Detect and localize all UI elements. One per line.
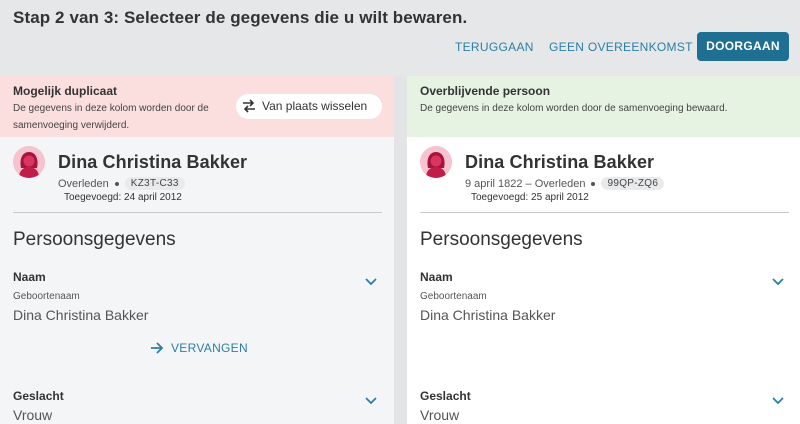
survivor-column-description: De gegevens in deze kolom worden door de… (420, 103, 728, 114)
person-name[interactable]: Dina Christina Bakker (58, 152, 247, 173)
lifespan-text: 9 april 1822 – Overleden (465, 177, 586, 190)
survivor-column-title: Overblijvende persoon (420, 84, 551, 98)
name-field-label: Naam (420, 270, 453, 284)
person-lifespan: 9 april 1822 – Overleden 99QP-ZQ6 (465, 177, 665, 190)
chevron-down-icon[interactable] (771, 277, 785, 287)
added-date: Toegevoegd: 24 april 2012 (64, 192, 182, 203)
separator-dot (591, 181, 596, 186)
name-value: Dina Christina Bakker (420, 307, 556, 323)
gender-value: Vrouw (420, 407, 460, 423)
chevron-down-icon[interactable] (364, 396, 378, 406)
person-name[interactable]: Dina Christina Bakker (465, 152, 654, 173)
gender-field-label: Geslacht (420, 389, 471, 403)
section-title: Persoonsgegevens (420, 229, 583, 250)
added-date: Toegevoegd: 25 april 2012 (471, 192, 589, 203)
duplicate-column-description: De gegevens in deze kolom worden door de… (13, 103, 209, 131)
female-avatar-icon (13, 146, 45, 178)
female-avatar-icon (420, 146, 452, 178)
gender-field-label: Geslacht (13, 389, 64, 403)
replace-button[interactable]: VERVANGEN (150, 341, 248, 355)
name-field-label: Naam (13, 270, 46, 284)
person-id-badge: 99QP-ZQ6 (601, 177, 665, 190)
name-value: Dina Christina Bakker (13, 307, 149, 323)
name-type-label: Geboortenaam (13, 291, 80, 302)
swap-button[interactable]: Van plaats wisselen (236, 94, 382, 119)
survivor-column-header: Overblijvende persoon De gegevens in dez… (407, 76, 800, 137)
duplicate-column: Mogelijk duplicaat De gegevens in deze k… (0, 76, 394, 424)
lifespan-text: Overleden (58, 177, 109, 190)
continue-button[interactable]: DOORGAAN (697, 32, 789, 61)
section-title: Persoonsgegevens (13, 229, 176, 250)
duplicate-column-title: Mogelijk duplicaat (13, 84, 118, 98)
divider (13, 212, 382, 213)
swap-arrows-icon (243, 99, 255, 113)
chevron-down-icon[interactable] (364, 277, 378, 287)
duplicate-column-header: Mogelijk duplicaat De gegevens in deze k… (0, 76, 394, 137)
replace-button-label: VERVANGEN (171, 341, 248, 355)
survivor-column: Overblijvende persoon De gegevens in dez… (407, 76, 800, 424)
person-id-badge: KZ3T-C33 (124, 177, 185, 190)
column-gutter (394, 76, 407, 424)
chevron-down-icon[interactable] (771, 396, 785, 406)
person-lifespan: Overleden KZ3T-C33 (58, 177, 185, 190)
gender-value: Vrouw (13, 407, 53, 423)
page-title: Stap 2 van 3: Selecteer de gegevens die … (13, 8, 468, 27)
separator-dot (114, 181, 119, 186)
back-button[interactable]: TERUGGAAN (455, 40, 534, 54)
not-a-match-button[interactable]: GEEN OVEREENKOMST (549, 40, 693, 54)
name-type-label: Geboortenaam (420, 291, 487, 302)
divider (420, 212, 789, 213)
page-header: Stap 2 van 3: Selecteer de gegevens die … (0, 0, 800, 76)
swap-button-label: Van plaats wisselen (262, 99, 368, 113)
arrow-right-icon (151, 342, 164, 354)
